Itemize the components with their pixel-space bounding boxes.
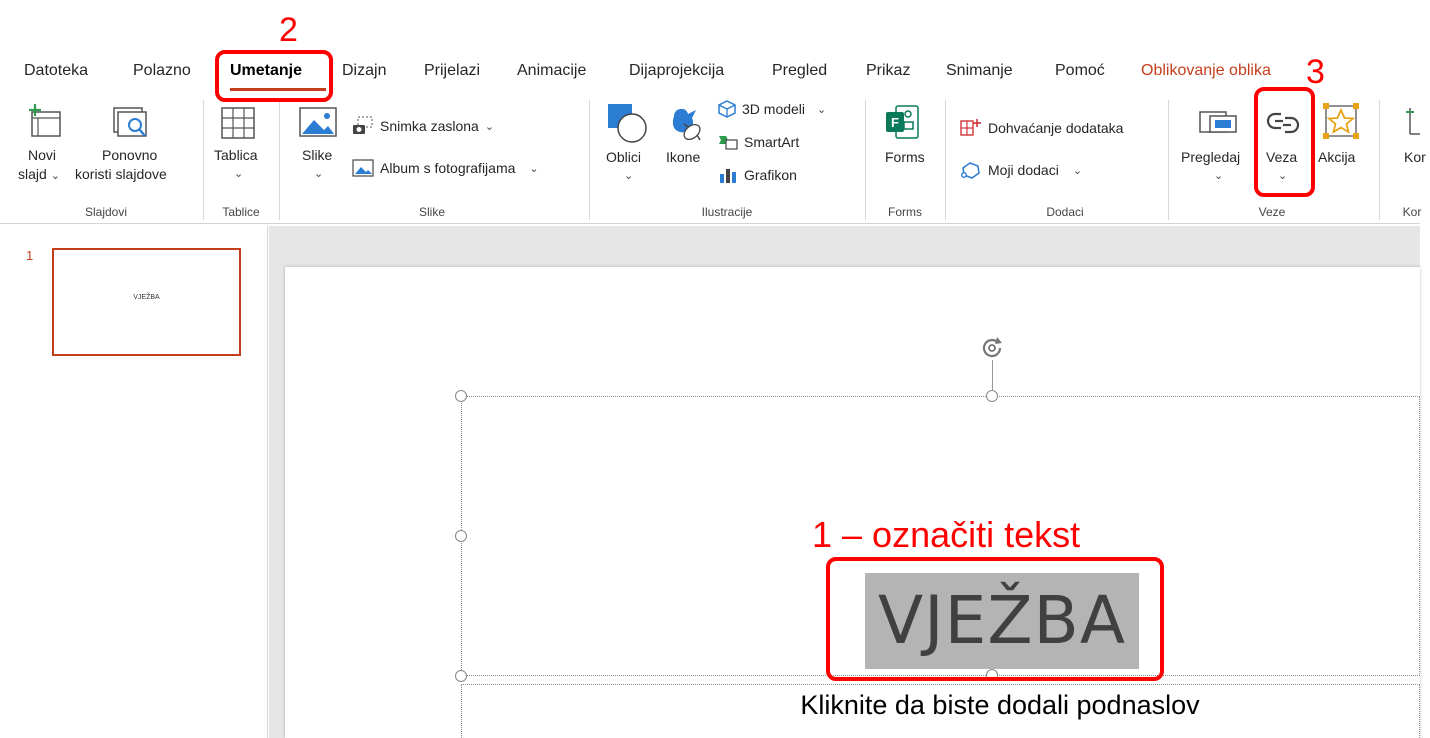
group-separator <box>203 100 204 220</box>
resize-handle[interactable] <box>455 670 467 682</box>
zoom-icon <box>1199 111 1237 133</box>
svg-text:F: F <box>891 115 899 130</box>
akcija-label: Akcija <box>1318 149 1356 165</box>
tab-dijaprojekcija[interactable]: Dijaprojekcija <box>629 62 724 80</box>
photo-album-icon <box>352 159 374 177</box>
annotation-step-3: 3 <box>1306 53 1325 91</box>
tab-polazno[interactable]: Polazno <box>133 62 191 80</box>
tab-pregled[interactable]: Pregled <box>772 62 827 80</box>
tab-prijelazi[interactable]: Prijelazi <box>424 62 480 80</box>
3d-modeli-label: 3D modeli <box>742 101 806 117</box>
3d-modeli-button[interactable]: 3D modeli ⌄ <box>718 100 826 118</box>
group-separator <box>1168 100 1169 220</box>
album-label: Album s fotografijama <box>380 160 516 176</box>
group-label-dodaci: Dodaci <box>1046 205 1084 219</box>
screenshot-icon <box>353 116 373 134</box>
pregledaj-label: Pregledaj <box>1181 149 1241 165</box>
get-addins-icon <box>960 119 981 136</box>
tab-oblikovanje-oblika[interactable]: Oblikovanje oblika <box>1141 62 1271 80</box>
ribbon-tabs: Datoteka Polazno Umetanje Dizajn Prijela… <box>0 52 1420 92</box>
group-label-veze: Veze <box>1258 205 1286 219</box>
tab-prikaz[interactable]: Prikaz <box>866 62 910 80</box>
slike-label: Slike <box>302 147 333 163</box>
forms-icon: F <box>886 105 919 139</box>
group-label-tablice: Tablice <box>222 205 260 219</box>
smartart-label: SmartArt <box>744 134 800 150</box>
moji-dodaci-button[interactable]: Moji dodaci ⌄ <box>960 160 1082 180</box>
oblici-label: Oblici <box>606 149 642 165</box>
ko-label-cut: Kor <box>1404 149 1426 165</box>
tab-snimanje[interactable]: Snimanje <box>946 62 1013 80</box>
tablica-caret: ⌄ <box>234 168 244 180</box>
chart-icon <box>720 169 736 183</box>
annotation-box-veza <box>1254 87 1315 197</box>
resize-handle[interactable] <box>455 390 467 402</box>
my-addins-icon <box>961 162 980 179</box>
group-label-ilustracije: Ilustracije <box>701 205 753 219</box>
cube-3d-icon <box>718 100 736 118</box>
ikone-label: Ikone <box>666 149 701 165</box>
annotation-box-umetanje <box>215 50 333 102</box>
group-separator <box>865 100 866 220</box>
smartart-icon <box>719 136 738 150</box>
slide-thumbnail-title: VJEŽBA <box>133 294 160 301</box>
comment-icon <box>1406 108 1420 135</box>
ribbon: Novi slajd ⌄ Ponovno koristi slajdove Sl… <box>0 92 1426 224</box>
group-separator <box>279 100 280 220</box>
group-separator <box>1379 100 1380 220</box>
tab-datoteka[interactable]: Datoteka <box>24 62 88 80</box>
moji-dodaci-label: Moji dodaci <box>988 162 1059 178</box>
rotate-handle-icon[interactable] <box>978 334 1006 362</box>
group-label-slike: Slike <box>418 205 446 219</box>
tab-pomoc[interactable]: Pomoć <box>1055 62 1105 80</box>
group-label-slajdovi: Slajdovi <box>84 205 128 219</box>
ponovno-label-1: Ponovno <box>102 147 158 163</box>
tablica-label: Tablica <box>214 147 258 163</box>
album-button[interactable]: Album s fotografijama ⌄ <box>352 159 539 177</box>
dohvacanje-dodataka-button[interactable]: Dohvaćanje dodataka <box>960 118 1123 138</box>
grafikon-label: Grafikon <box>744 167 797 183</box>
oblici-caret: ⌄ <box>624 170 634 182</box>
slide-number: 1 <box>26 248 34 263</box>
picture-icon <box>299 107 337 137</box>
forms-label: Forms <box>885 149 925 165</box>
tab-animacije[interactable]: Animacije <box>517 62 586 80</box>
group-separator <box>945 100 946 220</box>
shapes-icon <box>608 104 647 143</box>
novi-label-1: Novi <box>28 147 57 163</box>
dohvacanje-label: Dohvaćanje dodataka <box>988 120 1124 136</box>
group-label-cut: Kor <box>1402 205 1422 219</box>
table-icon <box>221 107 255 139</box>
snimka-zaslona-label: Snimka zaslona <box>380 118 479 134</box>
pregledaj-caret: ⌄ <box>1214 170 1224 182</box>
action-star-icon <box>1323 103 1359 139</box>
resize-handle[interactable] <box>455 530 467 542</box>
ponovno-label-2: koristi slajdove <box>75 166 167 182</box>
group-label-forms: Forms <box>888 205 922 219</box>
tab-dizajn[interactable]: Dizajn <box>342 62 386 80</box>
icons-icon <box>672 108 701 141</box>
reuse-slides-icon <box>113 107 147 137</box>
snimka-zaslona-button[interactable]: Snimka zaslona ⌄ <box>352 116 494 136</box>
group-separator <box>589 100 590 220</box>
grafikon-button[interactable]: Grafikon <box>718 166 797 184</box>
annotation-step-2: 2 <box>279 11 298 49</box>
resize-handle[interactable] <box>986 390 998 402</box>
subtitle-placeholder-text[interactable]: Kliknite da biste dodali podnaslov <box>700 690 1300 721</box>
smartart-button[interactable]: SmartArt <box>718 134 799 150</box>
annotation-step-1: 1 – označiti tekst <box>812 514 1081 555</box>
slide-thumbnail[interactable]: VJEŽBA <box>52 248 241 356</box>
new-slide-icon <box>29 104 61 137</box>
annotation-box-title <box>826 557 1164 681</box>
slike-caret: ⌄ <box>314 168 324 180</box>
novi-label-2: slajd ⌄ <box>18 166 60 182</box>
